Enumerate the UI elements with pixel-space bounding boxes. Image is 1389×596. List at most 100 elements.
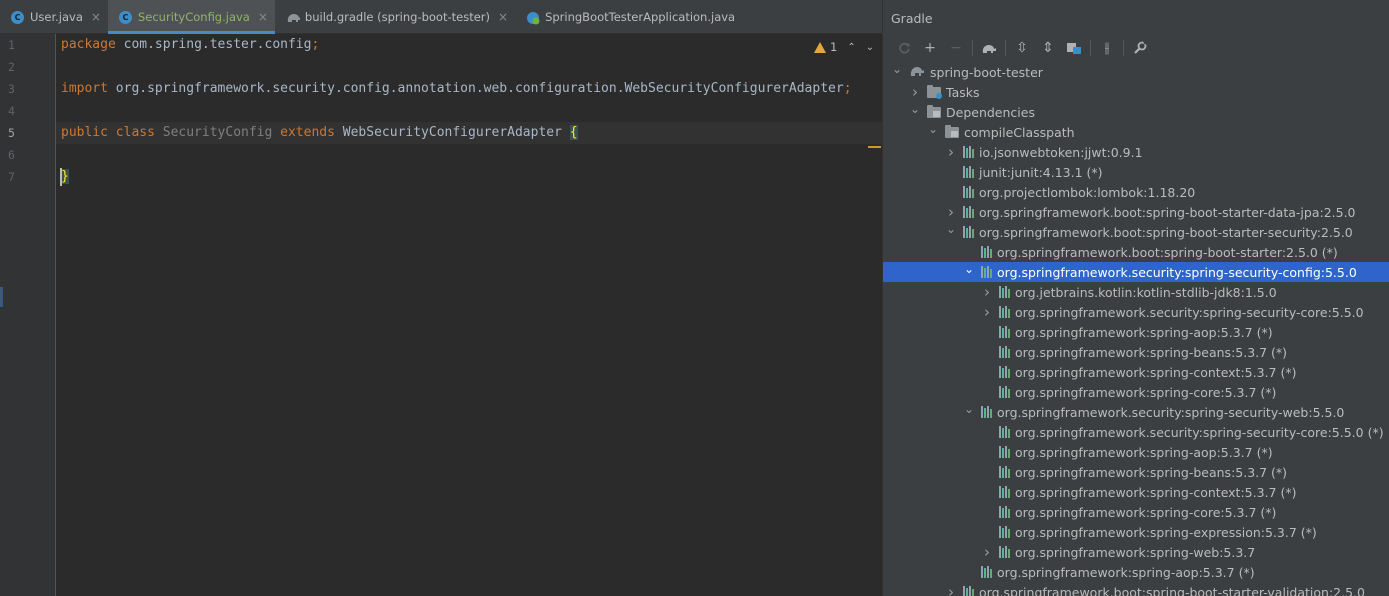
tasks-folder-icon — [927, 84, 942, 99]
library-icon — [963, 166, 974, 178]
tree-row[interactable]: ›org.springframework:spring-beans:5.3.7 … — [883, 342, 1389, 362]
tree-row[interactable]: ›org.springframework:spring-aop:5.3.7 (*… — [883, 562, 1389, 582]
chevron-down-icon[interactable]: ⌄ — [866, 42, 874, 53]
tree-row[interactable]: ›org.springframework:spring-core:5.3.7 (… — [883, 502, 1389, 522]
tab-security-config-java[interactable]: SecurityConfig.java × — [107, 0, 275, 34]
import-path: org.springframework.security.config.anno… — [107, 81, 844, 96]
tree-row-label: org.springframework:spring-beans:5.3.7 (… — [1015, 464, 1288, 480]
tree-row[interactable]: ›org.springframework:spring-context:5.3.… — [883, 362, 1389, 382]
expand-all-icon[interactable]: ⇳ — [1009, 37, 1035, 59]
tree-row[interactable]: ⌄ Dependencies — [883, 102, 1389, 122]
code-editor[interactable]: package com.spring.tester.config; import… — [56, 34, 882, 596]
tree-row[interactable]: › io.jsonwebtoken:jjwt:0.9.1 — [883, 142, 1389, 162]
package-name: com.spring.tester.config — [115, 37, 312, 52]
chevron-down-icon[interactable]: ⌄ — [963, 399, 975, 419]
tree-row-label: org.springframework.boot:spring-boot-sta… — [979, 224, 1353, 240]
close-brace: } — [61, 169, 69, 184]
reload-icon[interactable] — [891, 37, 917, 59]
tree-row[interactable]: ›org.springframework.boot:spring-boot-st… — [883, 202, 1389, 222]
group-modules-icon[interactable] — [1061, 37, 1087, 59]
tab-label: SpringBootTesterApplication.java — [545, 10, 736, 24]
chevron-right-icon[interactable]: › — [945, 142, 957, 162]
tree-row[interactable]: ›org.springframework:spring-expression:5… — [883, 522, 1389, 542]
tree-row[interactable]: › org.springframework:spring-web:5.3.7 — [883, 542, 1389, 562]
tree-row-label: org.springframework:spring-context:5.3.7… — [1015, 484, 1297, 500]
tree-row-label: org.springframework:spring-web:5.3.7 — [1015, 544, 1256, 560]
gradle-project-tree[interactable]: ⌄ spring-boot-tester › Tasks ⌄ Dependencies ⌄ c… — [883, 62, 1389, 596]
line-number: 1 — [8, 38, 15, 52]
collapse-all-icon[interactable]: ⇕ — [1035, 37, 1061, 59]
editor-tab-bar: User.java × SecurityConfig.java × build.… — [0, 0, 882, 34]
tree-row[interactable]: ›org.springframework:spring-aop:5.3.7 (*… — [883, 442, 1389, 462]
tree-row[interactable]: ›org.springframework.boot:spring-boot-st… — [883, 582, 1389, 596]
line-number: 6 — [8, 148, 15, 162]
chevron-right-icon[interactable]: › — [981, 302, 993, 322]
library-icon — [999, 466, 1010, 478]
chevron-down-icon[interactable]: ⌄ — [963, 259, 975, 279]
tree-row[interactable]: ›junit:junit:4.13.1 (*) — [883, 162, 1389, 182]
tree-row[interactable]: ›org.springframework:spring-aop:5.3.7 (*… — [883, 322, 1389, 342]
tree-row[interactable]: ⌄ org.springframework.security:spring-sec… — [883, 402, 1389, 422]
tree-row[interactable]: › org.jetbrains.kotlin:kotlin-stdlib-jdk8… — [883, 282, 1389, 302]
settings-wrench-icon[interactable] — [1127, 37, 1153, 59]
chevron-right-icon[interactable]: › — [981, 282, 993, 302]
tree-row[interactable]: ›org.springframework:spring-core:5.3.7 (… — [883, 382, 1389, 402]
superclass-name: WebSecurityConfigurerAdapter — [334, 125, 570, 140]
library-icon — [999, 486, 1010, 498]
library-icon — [963, 226, 974, 238]
tree-row[interactable]: ›org.springframework:spring-context:5.3.… — [883, 482, 1389, 502]
tree-row[interactable]: ⌄ spring-boot-tester — [883, 62, 1389, 82]
chevron-down-icon[interactable]: ⌄ — [891, 59, 903, 79]
close-icon[interactable]: × — [498, 10, 508, 24]
library-icon — [981, 246, 992, 258]
add-icon[interactable]: + — [917, 37, 943, 59]
tree-row-label: spring-boot-tester — [930, 64, 1043, 80]
library-icon — [981, 266, 992, 278]
tree-row[interactable]: ›org.springframework.security:spring-sec… — [883, 422, 1389, 442]
tree-row[interactable]: › Tasks — [883, 82, 1389, 102]
chevron-right-icon[interactable]: › — [945, 582, 957, 596]
tab-label: SecurityConfig.java — [137, 10, 250, 24]
close-icon[interactable]: × — [91, 10, 101, 24]
tab-build-gradle[interactable]: build.gradle (spring-boot-tester) × — [275, 0, 515, 34]
tree-row[interactable]: ⌄ org.springframework.security:spring-sec… — [883, 262, 1389, 282]
chevron-down-icon[interactable]: ⌄ — [909, 99, 921, 119]
chevron-right-icon[interactable]: › — [981, 542, 993, 562]
tree-row-label: org.springframework.security:spring-secu… — [1015, 424, 1384, 440]
tree-row[interactable]: ›org.springframework:spring-beans:5.3.7 … — [883, 462, 1389, 482]
semicolon: ; — [311, 37, 320, 52]
library-icon — [999, 326, 1010, 338]
error-stripe-marker[interactable] — [868, 146, 881, 148]
toggle-offline-icon[interactable]: ⫲ — [1094, 37, 1120, 59]
tab-user-java[interactable]: User.java × — [0, 0, 108, 34]
tree-row-label: Tasks — [946, 84, 980, 100]
inspection-widget[interactable]: 1 ⌃ ⌄ — [814, 40, 874, 54]
close-icon[interactable]: × — [258, 10, 268, 24]
keyword: import — [61, 81, 108, 96]
tree-row[interactable]: ⌄ org.springframework.boot:spring-boot-st… — [883, 222, 1389, 242]
chevron-down-icon[interactable]: ⌄ — [945, 219, 957, 239]
library-icon — [963, 586, 974, 596]
library-icon — [963, 186, 974, 198]
tree-row-label: org.springframework:spring-core:5.3.7 (*… — [1015, 384, 1277, 400]
code-line-package[interactable]: package com.spring.tester.config; — [61, 34, 319, 56]
tree-row[interactable]: ⌄ compileClasspath — [883, 122, 1389, 142]
chevron-down-icon[interactable]: ⌄ — [927, 119, 939, 139]
tab-spring-boot-tester-application-java[interactable]: SpringBootTesterApplication.java — [515, 0, 742, 34]
code-line-class-declaration[interactable]: public class SecurityConfig extends WebS… — [61, 122, 578, 144]
code-line-close-brace[interactable]: } — [61, 166, 69, 188]
gradle-elephant-icon — [909, 65, 925, 80]
tree-row[interactable]: ›org.springframework.boot:spring-boot-st… — [883, 242, 1389, 262]
remove-icon[interactable]: − — [943, 37, 969, 59]
tree-row-label: io.jsonwebtoken:jjwt:0.9.1 — [979, 144, 1143, 160]
chevron-up-icon[interactable]: ⌃ — [847, 42, 855, 53]
gradle-execute-icon[interactable] — [976, 37, 1002, 59]
keyword: public class — [61, 125, 155, 140]
tree-row[interactable]: ›org.springframework.security:spring-sec… — [883, 302, 1389, 322]
tree-row[interactable]: ›org.projectlombok:lombok:1.18.20 — [883, 182, 1389, 202]
dependencies-folder-icon — [927, 104, 941, 118]
gradle-icon — [286, 11, 300, 24]
code-line-import[interactable]: import org.springframework.security.conf… — [61, 78, 852, 100]
library-icon — [963, 206, 974, 218]
library-icon — [963, 146, 974, 158]
